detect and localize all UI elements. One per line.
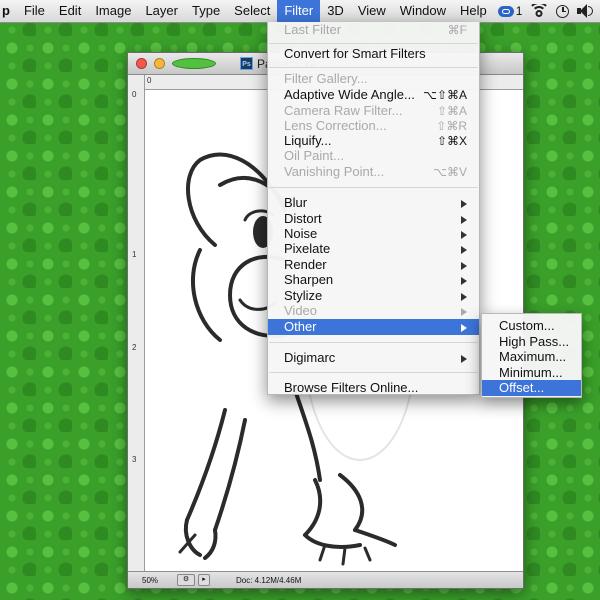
menu-item-render[interactable]: Render (268, 257, 479, 273)
zoom-window-button[interactable] (172, 58, 216, 69)
status-options-icon[interactable]: ⚙ (177, 574, 195, 586)
submenu-arrow-icon (461, 355, 467, 363)
submenu-item-minimum[interactable]: Minimum... (482, 365, 581, 381)
close-window-button[interactable] (136, 58, 147, 69)
creative-cloud-icon (497, 5, 514, 17)
submenu-arrow-icon (461, 293, 467, 301)
menu-view[interactable]: View (351, 0, 393, 22)
filter-menu: Last Filter ⌘F Convert for Smart Filters … (267, 22, 480, 395)
photoshop-document-icon: Ps (240, 57, 253, 70)
ruler-label: 0 (132, 90, 137, 99)
menu-select[interactable]: Select (227, 0, 277, 22)
menu-item-filter-gallery[interactable]: Filter Gallery... (268, 71, 479, 87)
menu-filter[interactable]: Filter (277, 0, 321, 22)
menu-image[interactable]: Image (88, 0, 138, 22)
menu-item-convert-smart-filters[interactable]: Convert for Smart Filters (268, 46, 479, 62)
menu-separator (269, 67, 478, 68)
menu-layer[interactable]: Layer (138, 0, 185, 22)
ruler-label: 3 (132, 455, 137, 464)
menu-item-lens-correction[interactable]: Lens Correction... ⇧⌘R (268, 118, 479, 134)
menu-item-last-filter[interactable]: Last Filter ⌘F (268, 22, 479, 38)
document-status-bar: 50% ⚙ ▸ Doc: 4.12M/4.46M (128, 571, 523, 588)
menu-item-browse-filters-online[interactable]: Browse Filters Online... (268, 380, 479, 396)
menu-item-other[interactable]: Other (268, 319, 479, 335)
menu-file[interactable]: File (17, 0, 52, 22)
wifi-icon (530, 4, 548, 18)
submenu-arrow-icon (461, 277, 467, 285)
submenu-arrow-icon (461, 216, 467, 224)
document-size-info: Doc: 4.12M/4.46M (236, 575, 302, 585)
wifi-status[interactable] (526, 0, 552, 22)
ruler-label: 0 (147, 76, 152, 85)
clock-icon (556, 4, 570, 18)
menu-separator (269, 342, 478, 343)
submenu-arrow-icon (461, 231, 467, 239)
menu-separator (269, 372, 478, 373)
menu-item-blur[interactable]: Blur (268, 195, 479, 211)
submenu-arrow-icon (461, 262, 467, 270)
submenu-item-offset[interactable]: Offset... (482, 380, 581, 396)
creative-cloud-status[interactable]: 1 (494, 0, 527, 22)
submenu-item-high-pass[interactable]: High Pass... (482, 334, 581, 350)
cc-count: 1 (515, 4, 523, 18)
menu-item-adaptive-wide-angle[interactable]: Adaptive Wide Angle... ⌥⇧⌘A (268, 87, 479, 103)
submenu-arrow-icon (461, 246, 467, 254)
submenu-item-custom[interactable]: Custom... (482, 318, 581, 334)
submenu-item-maximum[interactable]: Maximum... (482, 349, 581, 365)
menu-separator (269, 43, 478, 44)
menu-item-liquify[interactable]: Liquify... ⇧⌘X (268, 133, 479, 149)
minimize-window-button[interactable] (154, 58, 165, 69)
menu-item-sharpen[interactable]: Sharpen (268, 272, 479, 288)
menu-item-digimarc[interactable]: Digimarc (268, 350, 479, 366)
menu-type[interactable]: Type (185, 0, 227, 22)
menu-help[interactable]: Help (453, 0, 494, 22)
menu-item-noise[interactable]: Noise (268, 226, 479, 242)
menu-bar: p File Edit Image Layer Type Select Filt… (0, 0, 600, 23)
menu-separator (269, 187, 478, 188)
volume-icon (577, 4, 594, 18)
submenu-arrow-icon (461, 308, 467, 316)
submenu-arrow-icon (461, 324, 467, 332)
menu-window[interactable]: Window (393, 0, 453, 22)
menu-item-vanishing-point[interactable]: Vanishing Point... ⌥⌘V (268, 164, 479, 180)
ruler-label: 2 (132, 343, 137, 352)
zoom-level[interactable]: 50% (128, 576, 172, 585)
menu-item-oil-paint[interactable]: Oil Paint... (268, 148, 479, 164)
menu-item-stylize[interactable]: Stylize (268, 288, 479, 304)
menu-item-video[interactable]: Video (268, 303, 479, 319)
menu-item-distort[interactable]: Distort (268, 211, 479, 227)
submenu-arrow-icon (461, 200, 467, 208)
vertical-ruler[interactable]: 0 1 2 3 (128, 75, 145, 571)
menu-item-camera-raw-filter[interactable]: Camera Raw Filter... ⇧⌘A (268, 103, 479, 119)
other-submenu: Custom... High Pass... Maximum... Minimu… (481, 313, 582, 398)
menu-3d[interactable]: 3D (320, 0, 351, 22)
volume-status[interactable] (573, 0, 597, 22)
time-machine-status[interactable] (552, 0, 573, 22)
menu-edit[interactable]: Edit (52, 0, 88, 22)
ruler-label: 1 (132, 250, 137, 259)
menu-item-pixelate[interactable]: Pixelate (268, 241, 479, 257)
status-menu-arrow-icon[interactable]: ▸ (198, 574, 210, 586)
app-menu[interactable]: p (0, 0, 17, 22)
